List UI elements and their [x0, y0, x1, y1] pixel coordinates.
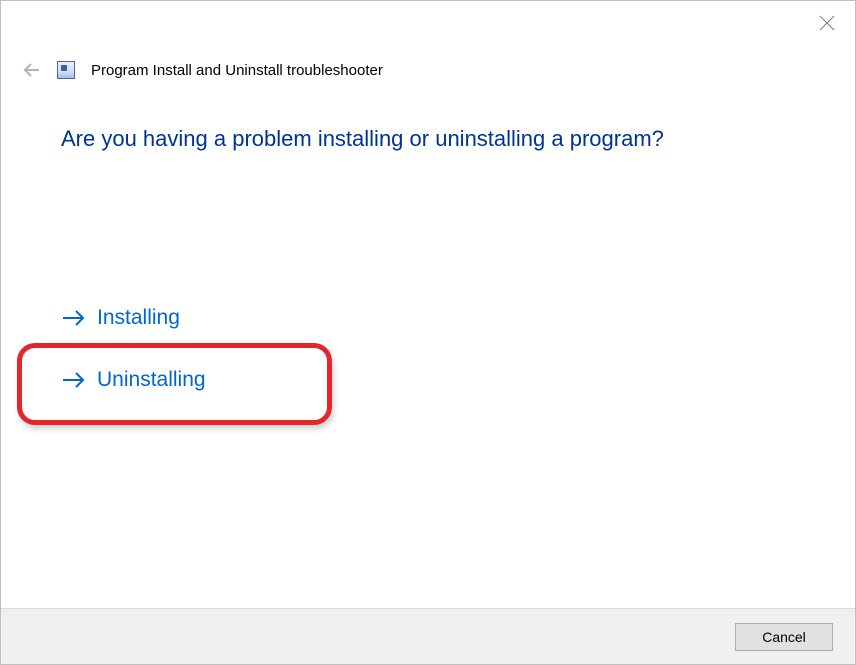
close-button[interactable] [815, 11, 839, 35]
options-list: Installing Uninstalling [61, 302, 795, 396]
footer-bar: Cancel [1, 608, 855, 664]
option-installing-label: Installing [97, 306, 180, 330]
back-arrow-icon [22, 60, 42, 80]
troubleshooter-window: Program Install and Uninstall troublesho… [0, 0, 856, 665]
arrow-right-icon [61, 370, 87, 390]
option-uninstalling[interactable]: Uninstalling [61, 364, 206, 396]
content-area: Are you having a problem installing or u… [61, 126, 795, 426]
window-title: Program Install and Uninstall troublesho… [91, 62, 383, 79]
option-installing[interactable]: Installing [61, 302, 180, 334]
header-bar: Program Install and Uninstall troublesho… [21, 59, 835, 81]
back-button[interactable] [21, 59, 43, 81]
cancel-button[interactable]: Cancel [735, 623, 833, 651]
arrow-right-icon [61, 308, 87, 328]
close-icon [819, 15, 835, 31]
option-uninstalling-label: Uninstalling [97, 368, 206, 392]
question-heading: Are you having a problem installing or u… [61, 126, 795, 152]
troubleshooter-app-icon [57, 61, 75, 79]
